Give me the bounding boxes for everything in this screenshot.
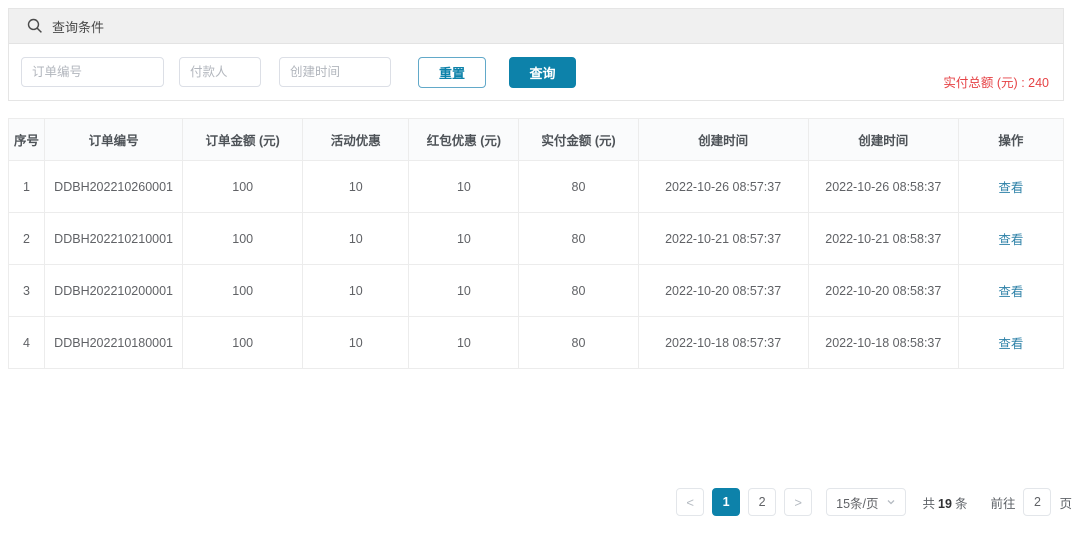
cell-redpacket-discount: 10 [408, 160, 520, 213]
chevron-down-icon [887, 500, 894, 505]
cell-redpacket-discount: 10 [408, 316, 520, 369]
cell-order-amount: 100 [182, 160, 304, 213]
cell-paid-amount: 80 [518, 212, 639, 265]
chevron-right-icon: > [794, 494, 802, 510]
cell-index: 3 [7, 264, 46, 317]
cell-create-time-2: 2022-10-20 08:58:37 [807, 264, 959, 317]
goto-page: 前往 页 [990, 488, 1072, 516]
search-panel: 查询条件 重置 查询 实付总额 (元) : 240 [8, 8, 1064, 101]
prev-page-button[interactable]: < [676, 488, 705, 516]
cell-create-time-1: 2022-10-20 08:57:37 [637, 264, 809, 317]
goto-suffix: 页 [1059, 496, 1072, 511]
table-header-row: 序号 订单编号 订单金额 (元) 活动优惠 红包优惠 (元) 实付金额 (元) … [7, 118, 1065, 161]
col-create-time-1: 创建时间 [637, 118, 809, 161]
total-count-number: 19 [938, 496, 952, 511]
view-link[interactable]: 查看 [998, 181, 1023, 195]
col-order-no: 订单编号 [44, 118, 184, 161]
total-count-prefix: 共 [922, 496, 936, 511]
total-count-text: 共 19 条 [923, 493, 968, 512]
table-row: 3 DDBH202210200001 100 10 10 80 2022-10-… [7, 264, 1065, 317]
search-panel-title: 查询条件 [52, 19, 105, 35]
cell-actions: 查看 [957, 316, 1065, 369]
page-size-value: 15条/页 [836, 496, 879, 511]
cell-create-time-2: 2022-10-26 08:58:37 [807, 160, 959, 213]
cell-create-time-1: 2022-10-21 08:57:37 [637, 212, 809, 265]
cell-activity-discount: 10 [302, 264, 410, 317]
cell-order-no: DDBH202210200001 [44, 264, 184, 317]
cell-create-time-2: 2022-10-21 08:58:37 [807, 212, 959, 265]
pagination: < 1 2 > 15条/页 共19条 前往 页 [8, 488, 1072, 516]
query-button[interactable]: 查询 [509, 56, 576, 88]
view-link[interactable]: 查看 [998, 337, 1023, 351]
col-actions: 操作 [957, 118, 1065, 161]
goto-label: 前往 [990, 496, 1016, 511]
cell-order-no: DDBH202210210001 [44, 212, 184, 265]
cell-actions: 查看 [957, 212, 1065, 265]
cell-order-no: DDBH202210260001 [44, 160, 184, 213]
page-button-2[interactable]: 2 [748, 488, 777, 516]
cell-order-amount: 100 [182, 264, 304, 317]
col-paid-amount: 实付金额 (元) [518, 118, 639, 161]
cell-redpacket-discount: 10 [408, 264, 520, 317]
page-size-select[interactable]: 15条/页 [826, 488, 906, 516]
cell-actions: 查看 [957, 160, 1065, 213]
payer-input[interactable] [179, 57, 261, 87]
next-page-button[interactable]: > [784, 488, 813, 516]
order-no-input[interactable] [21, 57, 164, 87]
cell-create-time-1: 2022-10-26 08:57:37 [637, 160, 809, 213]
page-button-1[interactable]: 1 [712, 488, 741, 516]
cell-activity-discount: 10 [302, 316, 410, 369]
orders-table: 序号 订单编号 订单金额 (元) 活动优惠 红包优惠 (元) 实付金额 (元) … [7, 118, 1065, 369]
cell-activity-discount: 10 [302, 160, 410, 213]
total-count-suffix: 条 [954, 496, 968, 511]
view-link[interactable]: 查看 [998, 233, 1023, 247]
cell-order-amount: 100 [182, 316, 304, 369]
create-time-input[interactable] [279, 57, 391, 87]
cell-index: 2 [7, 212, 46, 265]
orders-table-wrap: 序号 订单编号 订单金额 (元) 活动优惠 红包优惠 (元) 实付金额 (元) … [7, 118, 1072, 369]
cell-activity-discount: 10 [302, 212, 410, 265]
table-row: 4 DDBH202210180001 100 10 10 80 2022-10-… [7, 316, 1065, 369]
col-index: 序号 [7, 118, 46, 161]
search-panel-header: 查询条件 [9, 9, 1063, 44]
search-icon [27, 18, 42, 33]
col-order-amount: 订单金额 (元) [182, 118, 304, 161]
cell-index: 1 [7, 160, 46, 213]
cell-paid-amount: 80 [518, 160, 639, 213]
cell-create-time-2: 2022-10-18 08:58:37 [807, 316, 959, 369]
cell-paid-amount: 80 [518, 264, 639, 317]
cell-create-time-1: 2022-10-18 08:57:37 [637, 316, 809, 369]
table-row: 2 DDBH202210210001 100 10 10 80 2022-10-… [7, 212, 1065, 265]
total-paid-amount: 实付总额 (元) : 240 [943, 76, 1049, 90]
cell-redpacket-discount: 10 [408, 212, 520, 265]
cell-order-no: DDBH202210180001 [44, 316, 184, 369]
goto-page-input[interactable] [1023, 488, 1052, 516]
search-panel-body: 重置 查询 实付总额 (元) : 240 [9, 44, 1063, 100]
cell-paid-amount: 80 [518, 316, 639, 369]
reset-button[interactable]: 重置 [418, 56, 486, 88]
view-link[interactable]: 查看 [998, 285, 1023, 299]
cell-index: 4 [7, 316, 46, 369]
cell-actions: 查看 [957, 264, 1065, 317]
order-query-page: 查询条件 重置 查询 实付总额 (元) : 240 序号 订单编号 订单金额 (… [0, 0, 1080, 549]
table-row: 1 DDBH202210260001 100 10 10 80 2022-10-… [7, 160, 1065, 213]
col-create-time-2: 创建时间 [807, 118, 959, 161]
chevron-left-icon: < [686, 494, 694, 510]
col-redpacket-discount: 红包优惠 (元) [408, 118, 520, 161]
cell-order-amount: 100 [182, 212, 304, 265]
col-activity-discount: 活动优惠 [302, 118, 410, 161]
